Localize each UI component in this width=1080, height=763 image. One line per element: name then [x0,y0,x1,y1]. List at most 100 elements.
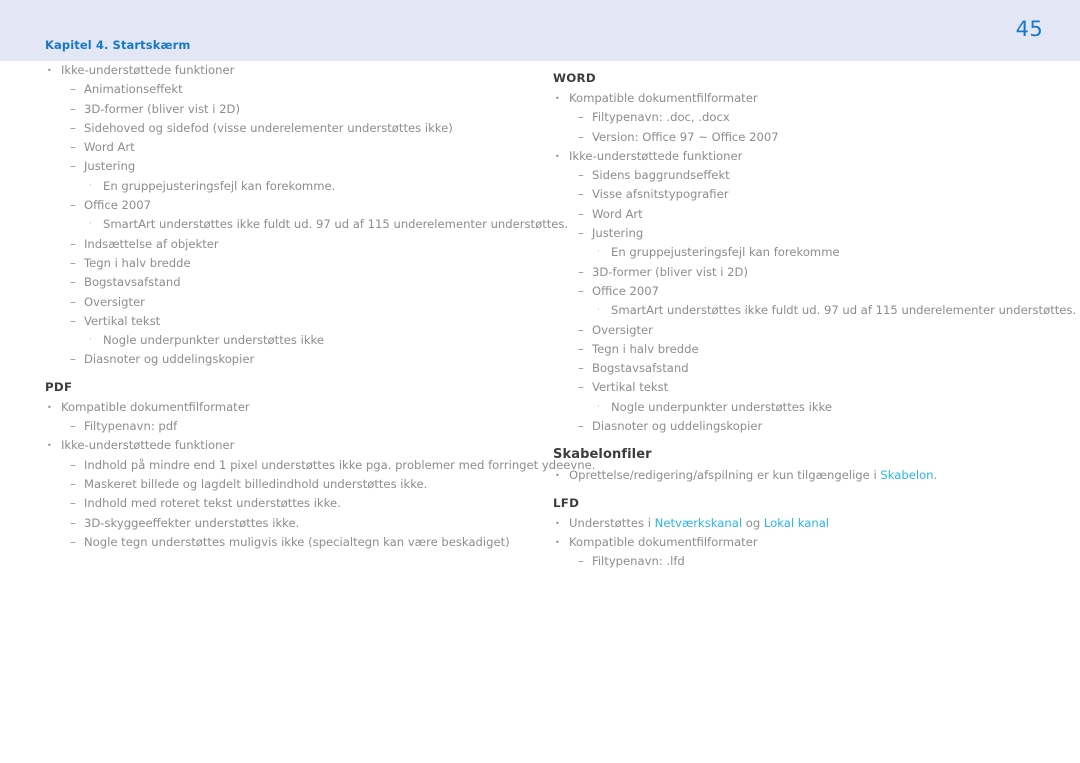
inline-text: og [742,515,764,530]
list-item: –3D-former (bliver vist i 2D) [553,263,1048,282]
bullet-list: • Kompatible dokumentfilformater – Filtypen… [553,89,1076,436]
bullet-list: • Kompatible dokumentfilformater – Filtypen… [45,398,595,552]
bullet-level1-icon: • [555,151,560,161]
list-item: · En gruppejusteringsfejl kan forekomme [553,243,1048,262]
bullet-level3-icon: · [89,335,92,346]
bullet-level2-icon: – [70,515,76,530]
list-item-label: Diasnoter og uddelingskopier [84,352,255,367]
list-item-label: Indhold med roteret tekst understøttes i… [84,496,341,511]
bullet-level2-icon: – [70,496,76,511]
bullet-list: • Ikke-understøttede funktioner – Animation… [45,61,568,370]
section-heading: WORD [553,71,596,85]
inline-text: . [933,468,938,483]
list-item: – Bogstavsafstand [553,359,1048,378]
list-item-label: Justering [84,159,136,174]
bullet-level1-icon: • [555,94,560,103]
list-item-label: Ikke-understøttede funktioner [61,63,235,77]
bullet-level1-icon: • [47,441,52,451]
inline-link[interactable]: Skabelon [880,468,933,482]
list-item-label: Oversigter [592,322,653,337]
list-item: – Nogle tegn understøttes muligvis ikke (… [45,533,535,552]
bullet-level2-icon: – [70,255,76,270]
list-item-label: Filtypenavn: pdf [84,419,178,434]
list-item: – Sidens baggrundseffekt [553,166,1048,185]
bullet-level2-icon: – [578,110,584,125]
list-item-label: Animationseffekt [84,82,183,97]
list-item: –3D-former (bliver vist i 2D) [45,100,535,119]
list-item-label: Diasnoter og uddelingskopier [592,419,763,434]
list-item-label: Word Art [84,140,135,155]
bullet-level2-icon: – [70,236,76,251]
list-item-label: Vertikal tekst [592,380,669,395]
inline-link[interactable]: Lokal kanal [764,516,829,530]
bullet-level2-icon: – [578,341,584,356]
bullet-level3-icon: · [597,305,600,316]
list-item-label: Visse afsnitstypografier [592,187,729,202]
bullet-level2-icon: – [578,168,584,183]
list-item-label: Bogstavsafstand [592,361,689,376]
list-item: – Filtypenavn: .lfd [553,552,1048,571]
bullet-level2-icon: – [578,322,584,337]
list-item-label: Maskeret billede og lagdelt billedindhol… [84,476,428,491]
bullet-level3-icon: · [89,219,92,230]
list-item-label: Justering [592,226,644,241]
bullet-level2-icon: – [578,129,584,144]
list-item-label: Version: Office 97 ~ Office 2007 [592,129,779,144]
list-item: – Diasnoter og uddelingskopier [45,350,535,369]
list-item: · Nogle underpunkter understøttes ikke [45,331,535,350]
list-item: – Diasnoter og uddelingskopier [553,417,1048,436]
page-number: 45 [1015,17,1043,41]
list-item: – Oversigter [45,293,535,312]
list-item-label: Tegn i halv bredde [592,341,699,356]
list-item: – Word Art [45,138,535,157]
inline-text: Understøttes i [569,515,655,530]
list-item-label: Office 2007 [84,198,152,213]
content-column-left: • Ikke-understøttede funktioner – Animation… [45,61,595,552]
list-item: – Tegn i halv bredde [553,340,1048,359]
list-item-label: Nogle underpunkter understøttes ikke [611,399,832,414]
bullet-level2-icon: – [70,120,76,135]
list-item: – Word Art [553,205,1048,224]
bullet-level2-icon: – [578,206,584,221]
bullet-level1-icon: • [47,402,52,412]
bullet-level3-icon: · [597,247,600,258]
bullet-level2-icon: – [70,476,76,491]
bullet-level2-icon: – [578,419,584,434]
page-content: • Ikke-understøttede funktioner – Animation… [0,61,1080,763]
bullet-level2-icon: – [578,283,584,298]
list-item: • Oprettelse/redigering/afspilning er kun… [553,466,1048,485]
list-item-label: Office 2007 [592,283,660,298]
list-item-label: Kompatible dokumentfilformater [569,534,758,549]
list-item: – Vertikal tekst [45,312,535,331]
bullet-level2-icon: – [70,198,76,213]
list-item: – Tegn i halv bredde [45,254,535,273]
bullet-level2-icon: – [578,226,584,241]
list-item: – Maskeret billede og lagdelt billedindho… [45,475,535,494]
bullet-level2-icon: – [578,361,584,376]
bullet-level3-icon: · [89,180,92,191]
list-item: • Ikke-understøttede funktioner [45,61,535,80]
bullet-level1-icon: • [555,537,560,547]
list-item: • Ikke-understøttede funktioner [45,436,535,455]
list-item: – Vertikal tekst [553,378,1048,397]
list-item: • Kompatible dokumentfilformater [45,398,535,417]
bullet-level1-icon: • [555,471,560,481]
list-item-label: 3D-former (bliver vist i 2D) [592,264,748,279]
inline-link[interactable]: Netværkskanal [655,516,742,530]
list-item: –3D-skyggeeffekter understøttes ikke. [45,514,535,533]
list-item-label: Vertikal tekst [84,313,161,328]
list-item: – Indhold med roteret tekst understøttes … [45,494,535,513]
bullet-level2-icon: – [70,294,76,309]
bullet-level2-icon: – [70,101,76,116]
list-item: – Justering [45,157,535,176]
list-item: · SmartArt understøttes ikke fuldt ud. 97… [45,215,568,234]
list-item: – Bogstavsafstand [45,273,535,292]
list-item-label: Understøttes i Netværkskanal og Lokal ka… [569,514,829,533]
list-item: · Nogle underpunkter understøttes ikke [553,398,1048,417]
bullet-level2-icon: – [70,534,76,549]
list-item: – Indsættelse af objekter [45,235,535,254]
list-item-label: Bogstavsafstand [84,275,181,290]
list-item-label: Sidens baggrundseffekt [592,168,730,183]
list-item-label: 3D-former (bliver vist i 2D) [84,101,240,116]
bullet-level2-icon: – [578,554,584,569]
